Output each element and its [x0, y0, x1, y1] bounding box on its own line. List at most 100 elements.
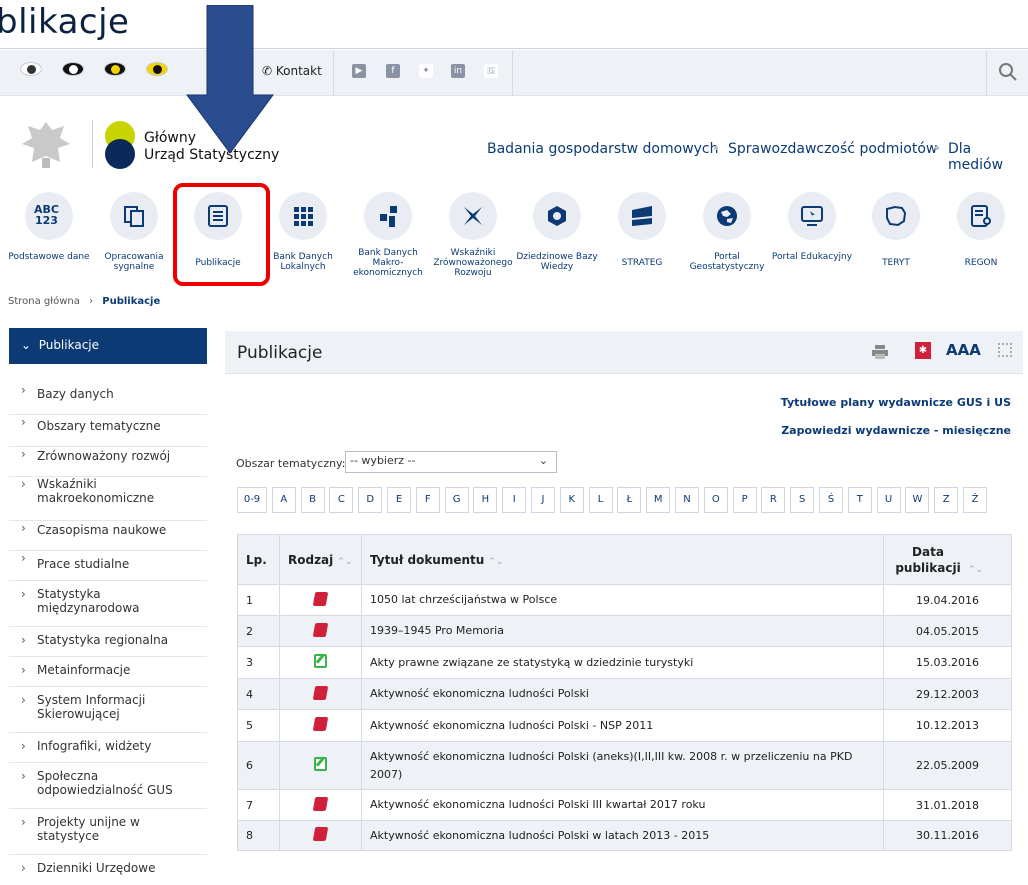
- sidebar-item-zrownowazony-rozwoj[interactable]: › Zrównoważony rozwój: [9, 447, 207, 477]
- font-size-toggle[interactable]: AAA: [946, 341, 981, 359]
- breadcrumb-home[interactable]: Strona główna: [8, 296, 80, 307]
- print-icon[interactable]: [872, 344, 888, 359]
- letter-filter-button[interactable]: R: [761, 487, 786, 513]
- contrast-dark-icon[interactable]: [62, 62, 84, 76]
- sidebar-item-system-informacji[interactable]: › System Informacji Skierowującej: [9, 687, 207, 733]
- icon-label-local-data-bank[interactable]: Bank Danych Lokalnych: [258, 252, 348, 272]
- table-row[interactable]: 6 Aktywność ekonomiczna ludności Polski (…: [237, 741, 1012, 790]
- letter-filter-button[interactable]: H: [473, 487, 498, 513]
- search-icon[interactable]: [998, 62, 1018, 82]
- icon-label-signal-reports[interactable]: Opracowania sygnalne: [89, 252, 179, 272]
- twitter-icon[interactable]: ✦: [419, 64, 433, 78]
- letter-filter-button[interactable]: U: [876, 487, 901, 513]
- table-row[interactable]: 1 1050 lat chrześcijaństwa w Polsce 19.04.…: [237, 584, 1012, 616]
- linkedin-icon[interactable]: in: [451, 64, 465, 78]
- pdf-icon[interactable]: ✱: [915, 342, 931, 359]
- letter-filter-button[interactable]: Z: [934, 487, 959, 513]
- geostat-portal-icon[interactable]: [703, 192, 751, 240]
- sidebar-item-obszary-tematyczne[interactable]: › Obszary tematyczne: [9, 415, 207, 447]
- topic-area-select[interactable]: -- wybierz -- ⌄: [345, 451, 557, 473]
- letter-filter-button[interactable]: 0-9: [237, 487, 267, 513]
- sidebar-item-metainformacje[interactable]: › Metainformacje: [9, 657, 207, 687]
- row-title[interactable]: Aktywność ekonomiczna ludności Polski: [361, 678, 884, 710]
- icon-label-sustainable-development[interactable]: Wskaźniki Zrównoważonego Rozwoju: [428, 248, 518, 278]
- teryt-icon[interactable]: [872, 192, 920, 240]
- facebook-icon[interactable]: f: [386, 64, 400, 78]
- language-en-icon[interactable]: 🇬: [484, 64, 498, 78]
- basic-data-icon[interactable]: ABC 123: [25, 192, 73, 240]
- row-title[interactable]: 1050 lat chrześcijaństwa w Polsce: [361, 584, 884, 616]
- sidebar-item-bazy-danych[interactable]: › Bazy danych: [9, 383, 207, 415]
- letter-filter-button[interactable]: N: [675, 487, 699, 513]
- letter-filter-button[interactable]: W: [905, 487, 930, 513]
- letter-filter-button[interactable]: Ż: [963, 487, 987, 513]
- table-row[interactable]: 5 Aktywność ekonomiczna ludności Polski -…: [237, 709, 1012, 742]
- contrast-black-yellow-icon[interactable]: [146, 62, 168, 76]
- letter-filter-button[interactable]: B: [300, 487, 325, 513]
- qr-code-icon[interactable]: [998, 343, 1012, 357]
- regon-icon[interactable]: [957, 192, 1005, 240]
- sustainable-development-icon[interactable]: [449, 192, 497, 240]
- sidebar-item-statystyka-miedzynarodowa[interactable]: › Statystyka międzynarodowa: [9, 581, 207, 627]
- icon-label-knowledge-bases[interactable]: Dziedzinowe Bazy Wiedzy: [512, 252, 602, 272]
- macro-data-bank-icon[interactable]: [364, 192, 412, 240]
- row-title[interactable]: Akty prawne związane ze statystyką w dzi…: [361, 646, 884, 679]
- education-portal-icon[interactable]: [788, 192, 836, 240]
- icon-label-macro-data-bank[interactable]: Bank Danych Makro-ekonomicznych: [343, 248, 433, 278]
- sidebar-item-czasopisma[interactable]: › Czasopisma naukowe: [9, 521, 207, 551]
- sidebar-item-projekty-unijne[interactable]: › Projekty unijne w statystyce: [9, 809, 207, 855]
- nav-media[interactable]: Dla mediów: [948, 141, 1028, 173]
- icon-label-strateg[interactable]: STRATEG: [597, 258, 687, 268]
- letter-filter-button[interactable]: A: [271, 487, 296, 513]
- knowledge-bases-icon[interactable]: [533, 192, 581, 240]
- sidebar-item-spoleczna-odpowiedzialnosc[interactable]: › Społeczna odpowiedzialność GUS: [9, 763, 207, 809]
- row-title[interactable]: Aktywność ekonomiczna ludności Polski (a…: [361, 741, 884, 790]
- row-title[interactable]: Aktywność ekonomiczna ludności Polski - …: [361, 709, 884, 742]
- icon-label-teryt[interactable]: TERYT: [851, 258, 941, 268]
- letter-filter-button[interactable]: S: [790, 487, 815, 513]
- row-title[interactable]: Aktywność ekonomiczna ludności Polski II…: [361, 789, 884, 821]
- col-date[interactable]: Data publikacji ⌃⌄: [883, 534, 1012, 585]
- row-title[interactable]: Aktywność ekonomiczna ludności Polski w …: [361, 820, 884, 851]
- letter-filter-button[interactable]: T: [847, 487, 872, 513]
- icon-label-regon[interactable]: REGON: [936, 258, 1026, 268]
- col-title[interactable]: Tytuł dokumentu ⌃⌄: [361, 534, 884, 585]
- publishing-announcements-link[interactable]: Zapowiedzi wydawnicze - miesięczne: [781, 424, 1011, 437]
- table-row[interactable]: 3 Akty prawne związane ze statystyką w dz…: [237, 646, 1012, 679]
- letter-filter-button[interactable]: D: [358, 487, 383, 513]
- letter-filter-button[interactable]: E: [387, 487, 411, 513]
- icon-label-education-portal[interactable]: Portal Edukacyjny: [767, 252, 857, 262]
- row-title[interactable]: 1939–1945 Pro Memoria: [361, 615, 884, 647]
- signal-reports-icon[interactable]: [110, 192, 158, 240]
- table-row[interactable]: 2 1939–1945 Pro Memoria 04.05.2015: [237, 615, 1012, 647]
- letter-filter-button[interactable]: Ś: [819, 487, 843, 513]
- col-rodzaj[interactable]: Rodzaj ⌃⌄: [279, 534, 362, 585]
- icon-label-geostat-portal[interactable]: Portal Geostatystyczny: [682, 252, 772, 272]
- publishing-plans-link[interactable]: Tytułowe plany wydawnicze GUS i US: [781, 396, 1011, 409]
- nav-household-surveys[interactable]: Badania gospodarstw domowych: [487, 141, 719, 157]
- strateg-icon[interactable]: [618, 192, 666, 240]
- table-row[interactable]: 8 Aktywność ekonomiczna ludności Polski w…: [237, 820, 1012, 851]
- letter-filter-button[interactable]: M: [646, 487, 671, 513]
- youtube-icon[interactable]: ▶: [352, 64, 366, 78]
- letter-filter-button[interactable]: P: [732, 487, 757, 513]
- local-data-bank-icon[interactable]: [279, 192, 327, 240]
- letter-filter-button[interactable]: C: [329, 487, 354, 513]
- contrast-yellow-black-icon[interactable]: [104, 62, 126, 76]
- sidebar-item-wskazniki-makro[interactable]: › Wskaźniki makroekonomiczne: [9, 477, 207, 521]
- table-row[interactable]: 4 Aktywność ekonomiczna ludności Polski 29…: [237, 678, 1012, 710]
- letter-filter-button[interactable]: K: [559, 487, 584, 513]
- icon-label-basic-data[interactable]: Podstawowe dane: [4, 252, 94, 262]
- nav-reporting[interactable]: Sprawozdawczość podmiotów: [728, 141, 937, 157]
- sidebar-item-prace-studialne[interactable]: › Prace studialne: [9, 551, 207, 581]
- letter-filter-button[interactable]: Ł: [617, 487, 642, 513]
- sidebar-item-dzienniki[interactable]: › Dzienniki Urzędowe: [9, 855, 207, 885]
- letter-filter-button[interactable]: I: [502, 487, 527, 513]
- letter-filter-button[interactable]: L: [588, 487, 613, 513]
- letter-filter-button[interactable]: G: [444, 487, 469, 513]
- letter-filter-button[interactable]: J: [531, 487, 555, 513]
- letter-filter-button[interactable]: O: [703, 487, 728, 513]
- sidebar-item-infografiki[interactable]: › Infografiki, widżety: [9, 733, 207, 763]
- table-row[interactable]: 7 Aktywność ekonomiczna ludności Polski I…: [237, 789, 1012, 821]
- sidebar-header[interactable]: ⌄ Publikacje: [9, 328, 207, 364]
